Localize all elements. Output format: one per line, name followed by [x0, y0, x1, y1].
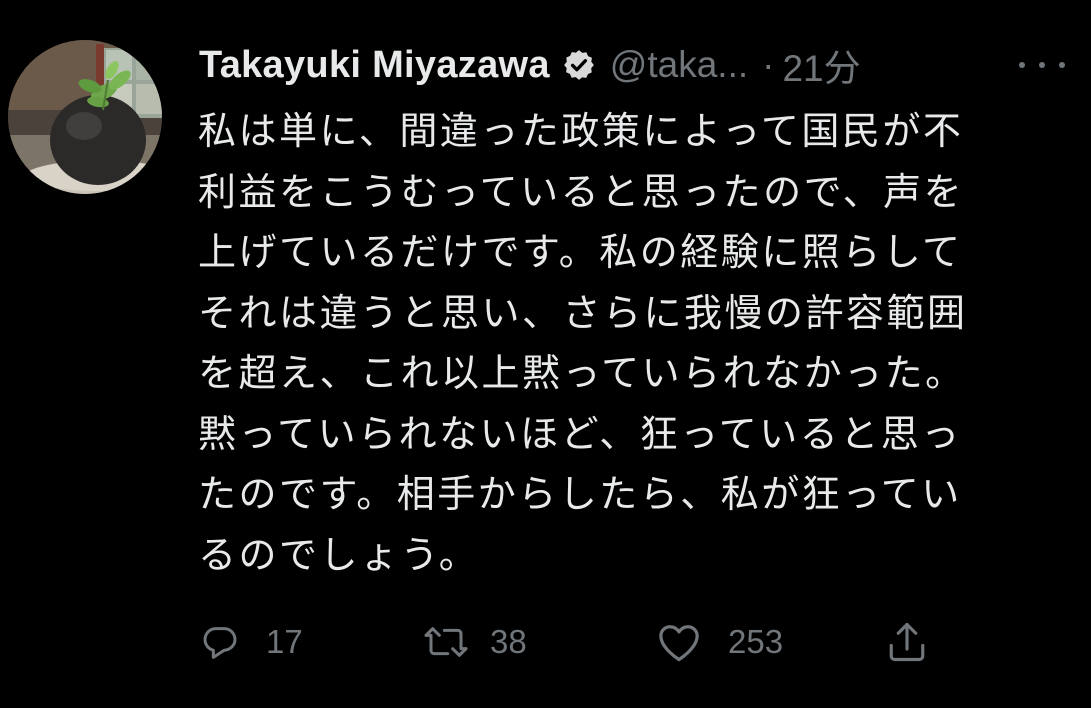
separator-dot: · — [762, 44, 775, 85]
reply-count: 17 — [266, 623, 303, 660]
retweet-count: 38 — [490, 623, 527, 660]
share-icon — [889, 622, 925, 662]
display-name[interactable]: Takayuki Miyazawa — [199, 44, 550, 87]
share-button[interactable] — [886, 612, 928, 672]
tweet: Takayuki Miyazawa @taka... · 21分 私は単に、間違… — [0, 0, 1091, 708]
more-options-icon[interactable] — [1019, 50, 1065, 80]
like-count: 253 — [728, 623, 784, 660]
retweet-icon — [424, 627, 468, 657]
verified-badge-icon — [563, 50, 594, 80]
like-button[interactable]: 253 — [656, 612, 783, 672]
tweet-text: 私は単に、間違った政策によって国民が不 利益をこうむっていると思ったので、声を … — [198, 109, 968, 577]
tweet-header: Takayuki Miyazawa @taka... · 21分 — [199, 40, 1079, 90]
heart-icon — [659, 625, 699, 662]
reply-icon — [203, 627, 237, 659]
avatar[interactable] — [8, 40, 162, 194]
avatar-image — [8, 40, 162, 194]
retweet-button[interactable]: 38 — [422, 612, 527, 672]
tweet-actions: 17 38 253 — [196, 612, 956, 672]
reply-button[interactable]: 17 — [200, 612, 303, 672]
timestamp[interactable]: 21分 — [782, 38, 860, 92]
handle[interactable]: @taka... — [610, 44, 748, 86]
